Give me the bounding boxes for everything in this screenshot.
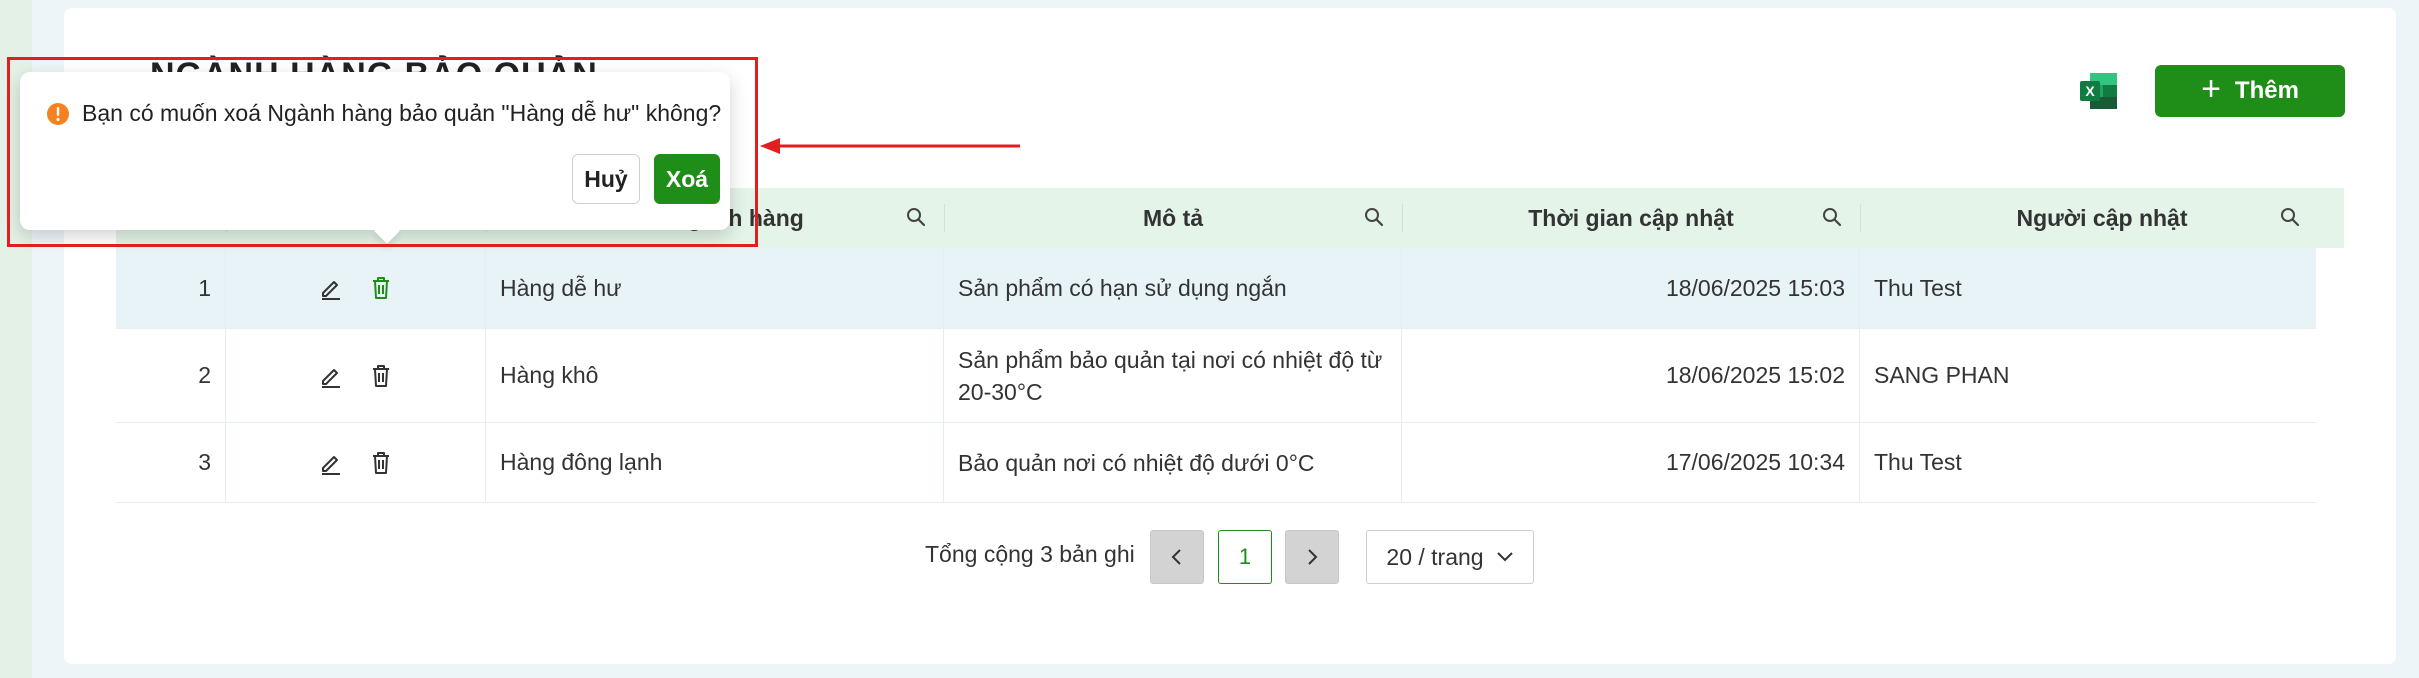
edit-icon[interactable] [319, 451, 343, 475]
pagination-next-button[interactable] [1285, 530, 1339, 584]
annotation-arrow-icon [760, 138, 1020, 154]
row-index: 3 [116, 423, 226, 502]
row-actions [226, 329, 486, 422]
column-header-user-label: Người cập nhật [2016, 204, 2188, 231]
add-button[interactable]: + Thêm [2155, 65, 2345, 117]
row-name: Hàng đông lạnh [486, 423, 944, 502]
plus-icon: + [2201, 70, 2221, 108]
page-size-select[interactable]: 20 / trang [1366, 530, 1534, 584]
pagination-total: Tổng cộng 3 bản ghi [925, 541, 1135, 567]
delete-icon[interactable] [369, 276, 393, 300]
search-icon[interactable] [1822, 207, 1842, 229]
column-header-time: Thời gian cập nhật [1402, 188, 1860, 248]
edit-icon[interactable] [319, 276, 343, 300]
pagination-page-1[interactable]: 1 [1218, 530, 1272, 584]
delete-icon[interactable] [369, 451, 393, 475]
search-icon[interactable] [1364, 207, 1384, 229]
row-time: 18/06/2025 15:03 [1402, 248, 1860, 328]
svg-text:X: X [2085, 83, 2095, 99]
table-row[interactable]: 1 Hàng dễ hư Sản phẩm có hạn sử dụng ngắ… [116, 248, 2316, 329]
row-index: 1 [116, 248, 226, 328]
excel-icon[interactable]: X [2078, 70, 2120, 112]
row-name: Hàng dễ hư [486, 248, 944, 328]
table-row[interactable]: 2 Hàng khô Sản phẩm bảo quản tại nơi có … [116, 329, 2316, 423]
row-user: SANG PHAN [1874, 362, 2010, 388]
page-size-value: 20 / trang [1386, 543, 1484, 570]
row-time: 18/06/2025 15:02 [1402, 329, 1860, 422]
row-actions [226, 248, 486, 328]
row-desc: Bảo quản nơi có nhiệt độ dưới 0°C [944, 423, 1402, 502]
delete-icon[interactable] [369, 364, 393, 388]
table-row[interactable]: 3 Hàng đông lạnh Bảo quản nơi có nhiệt đ… [116, 423, 2316, 503]
chevron-down-icon [1496, 552, 1513, 562]
row-desc: Sản phẩm có hạn sử dụng ngắn [944, 248, 1402, 328]
row-time: 17/06/2025 10:34 [1402, 423, 1860, 502]
column-header-desc: Mô tả [944, 188, 1402, 248]
add-button-label: Thêm [2234, 77, 2299, 104]
row-user: Thu Test [1874, 274, 1962, 301]
pagination-prev-button[interactable] [1150, 530, 1204, 584]
annotation-highlight-box [7, 57, 758, 247]
chevron-right-icon [1308, 549, 1318, 565]
search-icon[interactable] [906, 207, 926, 229]
column-header-user: Người cập nhật [1860, 188, 2344, 248]
search-icon[interactable] [2280, 207, 2300, 229]
row-index: 2 [116, 329, 226, 422]
column-header-desc-label: Mô tả [1142, 204, 1204, 231]
row-actions [226, 423, 486, 502]
row-user: Thu Test [1874, 449, 1962, 475]
chevron-left-icon [1171, 549, 1181, 565]
row-name: Hàng khô [486, 329, 944, 422]
edit-icon[interactable] [319, 364, 343, 388]
row-desc: Sản phẩm bảo quản tại nơi có nhiệt độ từ… [944, 329, 1402, 422]
column-header-time-label: Thời gian cập nhật [1528, 204, 1734, 231]
